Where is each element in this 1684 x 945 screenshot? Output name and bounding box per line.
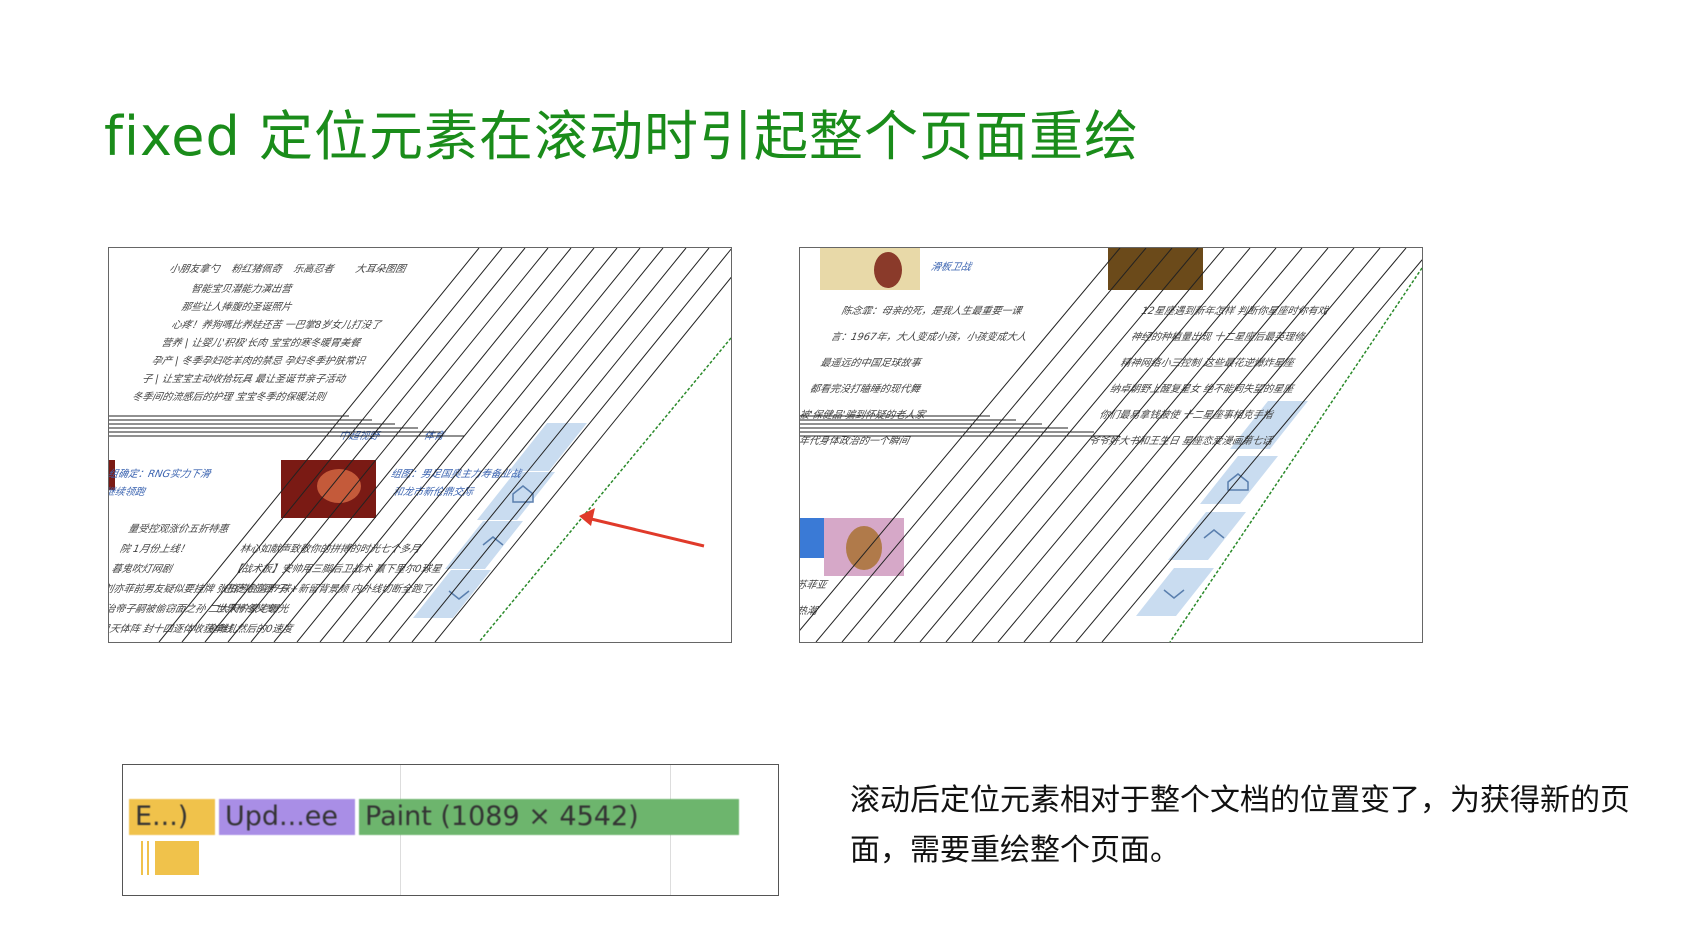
top-link: 粉红猪佩奇 [230,263,284,275]
page-text-line: 智能宝贝潜能力演出营 [190,283,294,295]
page-text-line: EDG继续领跑 [109,486,147,498]
page-text-line: 心疼！养狗嗎比养娃还苦 一巴掌8岁女儿打没了 [170,319,383,331]
timeline-sub-event [141,841,143,875]
page-text-line: 同治帝子嗣被偷窃面之孙 二大天价豪宅曝光 [109,603,291,615]
page-text-line: 爷爷好大书和王生日 星座恋爱漫画第七话 [1088,435,1276,447]
top-link: 小朋友拿勺 [168,263,222,275]
page-text-line: 量受控观涨价五折特惠 [127,523,231,535]
page-text-line: 和龙市新伦鼎交际 [392,486,476,498]
layer-line [365,248,687,642]
timeline-event-update-layer-tree[interactable]: Upd...ee [219,799,355,835]
fixed-element-tiles [413,423,587,618]
page-text-line: 子 | 让宝宝主动收拾玩具 最让圣诞节亲子活动 [141,373,348,385]
slide-title: fixed 定位元素在滚动时引起整个页面重绘 [104,105,1139,168]
page-text-line: 的热潮 [800,605,820,617]
thumbnail-image [1108,248,1203,290]
page-text-line: 十年代身体政治的一个瞬间 [800,435,912,447]
page-text-line: 那些让人捧腹的圣诞照片 [180,301,293,313]
screenshot-after-canvas: 滑板卫战陈念霏：母亲的死，是我人生最重要一课言：1967年，大人变成小孩，小孩变… [800,248,1422,642]
layer-line [342,248,664,642]
page-text-line: LPL分组确定：RNG实力下滑 [109,468,212,480]
top-link: 滑板卫战 [930,261,974,273]
page-text-line: 言：1967年，大人变成小孩，小孩变成大人 [830,331,1028,343]
thumbnail-image [820,248,920,290]
red-arrow [579,508,705,548]
page-text-line: 被'保健品'骗到怀疑的老人家 [800,409,928,421]
page-text-line: 精神网络小三控制 这些最花逆爆炸星座 [1119,357,1297,369]
screenshot-before-canvas: 小朋友拿勺 粉红猪佩奇 乐高忍者 大耳朵图图智能宝贝潜能力演出营那些让人捧腹的圣诞照片… [109,248,731,642]
timeline-sub-event [147,841,149,875]
screenshot-after-scroll: 滑板卫战陈念霏：母亲的死，是我人生最重要一课 言：1967年，大人变成小孩，小孩变… [799,247,1423,643]
explanation-text: 滚动后定位元素相对于整个文档的位置变了，为获得新的页面，需要重绘整个页面。 [850,783,1630,868]
top-link: 大耳朵图图 [354,263,408,275]
layer-line [411,248,731,642]
layer-line [388,248,710,642]
page-text-line: 12星座遇到新年怎样 判断你星座时你有戏 [1140,305,1330,317]
screenshot-before-scroll: 小朋友拿勺 粉红猪佩奇 乐高忍者 大耳朵图图智能宝贝潜能力演出营那些让人捧腹的圣诞照片… [108,247,732,643]
page-text-line: 最遥远的中国足球故事 [819,357,923,369]
page-text-line: 营养 | 让婴儿'积极'长肉 宝宝的寒冬暖胃美餐 [161,337,364,349]
top-link: 乐高忍者 [292,263,336,275]
timeline-event-paint[interactable]: Paint (1089 × 4542) [359,799,739,835]
page-text-line: 你们最易拿钱被使 十二星座事相克手指 [1098,409,1276,421]
page-text-line: 陈念霏：母亲的死，是我人生最重要一课 [840,305,1024,317]
timeline-event-script[interactable]: E...) [129,799,215,835]
page-text-line: 纳卓朝野上醒复星女 绝不能同失望的星座 [1109,383,1297,395]
page-text-line: 20日天体阵 封十四逐体收获单线 然后的0速度 [109,623,296,635]
devtools-timeline: E...) Upd...ee Paint (1089 × 4542) [122,764,779,896]
page-text-after: 滑板卫战陈念霏：母亲的死，是我人生最重要一课言：1967年，大人变成小孩，小孩变… [800,261,1331,642]
layer-line [250,248,572,642]
page-text-line: 院 1月份上线！ [119,543,191,555]
page-text-line: 暮鬼吹灯网剧 [111,563,175,575]
page-text-line: 冬季间的流感后的护理 宝宝冬季的保暖法则 [131,391,329,403]
timeline-sub-event [155,841,199,875]
fixed-layer-edge [1169,267,1422,642]
page-text-line: 都看完没打瞌睡的现代舞 [809,383,923,395]
page-text-line: 苏菲亚 [800,579,829,591]
page-text-line: 孕产 | 冬季孕妇吃羊肉的禁忌 孕妇冬季护肤常识 [151,355,367,367]
page-text-line: 神经的种植量出现 十二星座后最英理修 [1130,331,1308,343]
